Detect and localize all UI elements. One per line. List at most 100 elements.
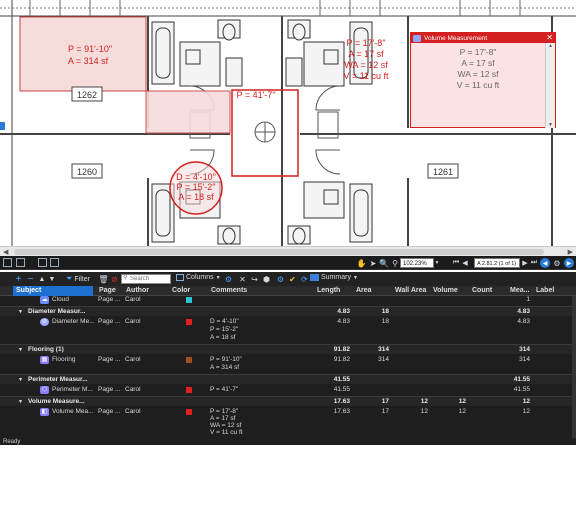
col-header-color[interactable]: Color xyxy=(169,286,190,296)
summary-button[interactable]: Summary ▼ xyxy=(310,274,358,281)
perimeter-icon: ⬡ xyxy=(40,386,49,394)
volume-measurement-popup[interactable]: Volume Measurement ✕ P = 17'-8" A = 17 s… xyxy=(410,32,556,128)
expand-toggle-icon[interactable]: ▼ xyxy=(18,398,23,406)
last-page-icon[interactable]: ⏭ xyxy=(530,257,538,269)
popup-title-bar[interactable]: Volume Measurement ✕ xyxy=(411,33,555,43)
cloud-icon: ☁ xyxy=(40,296,49,304)
group-measurement: 4.83 xyxy=(517,308,530,315)
refresh-icon[interactable]: ⟳ xyxy=(300,273,309,285)
group-row[interactable]: ▼ Volume Measure... 17.63 17 12 12 12 xyxy=(0,396,576,406)
flooring-icon: ▦ xyxy=(40,356,49,364)
side-tab-marker[interactable] xyxy=(0,122,5,130)
room-tag-1260: 1260 xyxy=(77,167,97,177)
columns-button[interactable]: Columns ▼ xyxy=(176,274,221,281)
group-length: 4.83 xyxy=(337,308,350,315)
first-page-icon[interactable]: ⏮ xyxy=(452,257,460,269)
scrollbar-thumb[interactable] xyxy=(14,249,544,255)
flooring-line1: P = 91'-10" xyxy=(68,44,112,54)
pan-tool-icon[interactable]: ✋ xyxy=(356,257,367,269)
previous-view-icon[interactable]: ◀ xyxy=(540,258,550,268)
grid-view-icon[interactable] xyxy=(50,258,59,267)
scroll-right-icon[interactable]: ▶ xyxy=(568,248,573,256)
row-comment-line: A = 18 sf xyxy=(210,334,236,341)
next-view-icon[interactable]: ▶ xyxy=(564,258,574,268)
popup-scrollbar[interactable]: ▲ ▼ xyxy=(545,43,555,128)
col-header-count[interactable]: Count xyxy=(469,286,492,296)
delete-icon[interactable]: 🗑 xyxy=(98,273,108,285)
zoom-dropdown-icon[interactable]: ▼ xyxy=(434,258,440,268)
expand-toggle-icon[interactable]: ▼ xyxy=(18,346,23,354)
remove-icon[interactable]: − xyxy=(26,273,35,285)
volume-bg-line1: P = 17'-8" xyxy=(346,38,385,48)
table-row[interactable]: ☁ Cloud Page ... Carol 1 xyxy=(0,296,576,305)
columns-icon xyxy=(176,274,184,281)
navigation-bar: ✋ ➤ 🔍 ⚲ 102.23% ▼ ⏮ ◀ A 2.81.2 (1 of 1) … xyxy=(0,256,576,270)
move-down-icon[interactable]: ▼ xyxy=(48,273,56,285)
previous-page-icon[interactable]: ◀ xyxy=(461,257,469,269)
group-measurement: 41.55 xyxy=(513,376,530,383)
move-up-icon[interactable]: ▲ xyxy=(38,273,46,285)
next-page-icon[interactable]: ▶ xyxy=(521,257,529,269)
col-header-author[interactable]: Author xyxy=(123,286,149,296)
settings-icon[interactable]: ⚙ xyxy=(224,273,233,285)
filter-button[interactable]: ⏷ Filter xyxy=(66,274,90,284)
sync-view-icon[interactable]: ⚙ xyxy=(552,258,562,268)
export-icon[interactable]: ⚙ xyxy=(276,273,285,285)
horizontal-scrollbar[interactable]: ◀ ▶ xyxy=(0,246,576,256)
select-tool-icon[interactable]: ➤ xyxy=(368,257,378,269)
add-icon[interactable]: + xyxy=(14,273,23,285)
page-field[interactable]: A 2.81.2 (1 of 1) xyxy=(474,258,520,268)
popup-close-icon[interactable]: ✕ xyxy=(546,33,553,43)
zoom-field[interactable]: 102.23% xyxy=(400,258,434,268)
zoom-tool-icon[interactable]: 🔍 xyxy=(379,257,389,269)
col-header-label[interactable]: Label xyxy=(533,286,554,296)
diameter-icon: ⊘ xyxy=(40,318,49,326)
row-length: 4.83 xyxy=(337,318,350,325)
close-x-icon[interactable]: ✕ xyxy=(238,273,247,285)
col-header-comments[interactable]: Comments xyxy=(208,286,247,296)
table-row[interactable]: ⊘ Diameter Me... Page ... Carol D = 4'-1… xyxy=(0,317,576,344)
split-view-icon[interactable] xyxy=(38,258,47,267)
expand-toggle-icon[interactable]: ▼ xyxy=(18,308,23,316)
stamp-icon[interactable]: ⬢ xyxy=(262,273,271,285)
col-header-area[interactable]: Area xyxy=(353,286,372,296)
expand-toggle-icon[interactable]: ▼ xyxy=(18,376,23,384)
scroll-left-icon[interactable]: ◀ xyxy=(3,248,8,256)
group-row[interactable]: ▼ Flooring (1) 91.82 314 314 xyxy=(0,344,576,354)
snapshot-tool-icon[interactable]: ⚲ xyxy=(390,257,400,269)
page-layout-icon[interactable] xyxy=(16,258,25,267)
group-area: 18 xyxy=(381,308,389,315)
drawing-canvas[interactable]: P = 91'-10" A = 314 sf P = 41'-7" D = 4'… xyxy=(0,0,576,246)
table-row[interactable]: ▦ Flooring Page ... Carol P = 91'-10" A … xyxy=(0,355,576,374)
col-header-wall-area[interactable]: Wall Area xyxy=(392,286,426,296)
search-input[interactable] xyxy=(121,274,171,284)
col-header-subject[interactable]: Subject xyxy=(13,286,93,296)
col-header-volume[interactable]: Volume xyxy=(430,286,458,296)
group-row[interactable]: ▼ Diameter Measur... 4.83 18 4.83 xyxy=(0,306,576,316)
table-row[interactable]: ◧ Volume Mea... Page ... Carol P = 17'-8… xyxy=(0,407,576,441)
col-header-measurement[interactable]: Mea... xyxy=(507,286,529,296)
status-bar: Ready xyxy=(0,438,576,445)
popup-line3: WA = 12 sf xyxy=(457,69,499,79)
row-page: Page ... xyxy=(98,296,121,303)
row-length: 17.63 xyxy=(333,408,350,415)
col-header-page[interactable]: Page xyxy=(96,286,116,296)
table-scrollbar[interactable] xyxy=(572,296,576,442)
perimeter-line1: P = 41'-7" xyxy=(236,90,275,100)
table-row[interactable]: ⬡ Perimeter M... Page ... Carol P = 41'-… xyxy=(0,385,576,396)
row-author: Carol xyxy=(125,356,141,363)
clear-filter-icon[interactable]: ⊘ xyxy=(110,273,119,285)
row-measurement: 12 xyxy=(522,408,530,415)
group-length: 17.63 xyxy=(333,398,350,405)
thumbnail-view-icon[interactable] xyxy=(3,258,12,267)
import-icon[interactable]: ↪ xyxy=(250,273,259,285)
col-header-length[interactable]: Length xyxy=(314,286,340,296)
row-subject: Volume Mea... xyxy=(52,408,94,415)
popup-line4: V = 11 cu ft xyxy=(456,80,500,90)
room-tag-1262: 1262 xyxy=(77,90,97,100)
checkmark-icon[interactable]: ✔ xyxy=(288,273,297,285)
group-row[interactable]: ▼ Perimeter Measur... 41.55 41.55 xyxy=(0,374,576,384)
volume-bg-line2: A = 17 sf xyxy=(348,49,384,59)
volume-icon xyxy=(413,34,421,42)
row-area: 17 xyxy=(381,408,389,415)
